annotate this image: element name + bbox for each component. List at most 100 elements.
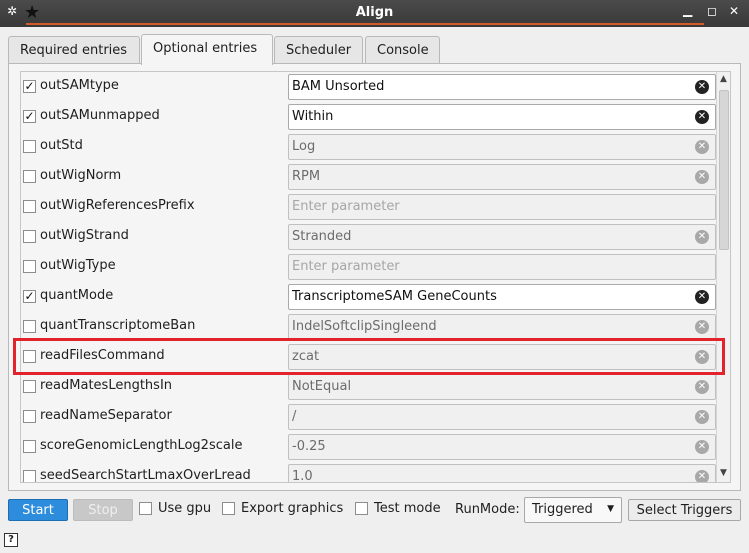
- parameter-row: seedSearchStartLmaxOverLread 1.0 ✕: [21, 462, 716, 483]
- runmode-value: Triggered: [532, 502, 593, 517]
- parameter-name: readNameSeparator: [40, 408, 172, 423]
- export-graphics-checkbox[interactable]: [222, 502, 235, 515]
- clear-icon[interactable]: ✕: [695, 110, 709, 124]
- bottom-toolbar: Start Stop Use gpu Export graphics Test …: [0, 497, 749, 523]
- parameter-value-field[interactable]: -0.25 ✕: [288, 434, 716, 460]
- title-underline: [26, 23, 704, 25]
- parameter-value-field[interactable]: 1.0 ✕: [288, 464, 716, 483]
- parameter-name: outSAMtype: [40, 78, 119, 93]
- parameter-checkbox[interactable]: [23, 410, 36, 423]
- tab-console[interactable]: Console: [365, 36, 440, 64]
- stop-button: Stop: [73, 499, 133, 521]
- clear-icon[interactable]: ✕: [695, 320, 709, 334]
- maximize-icon[interactable]: ◻: [707, 4, 717, 18]
- parameter-checkbox[interactable]: [23, 470, 36, 482]
- clear-icon[interactable]: ✕: [695, 140, 709, 154]
- minimize-icon[interactable]: ▁: [683, 3, 692, 17]
- runmode-label: RunMode:: [455, 502, 520, 517]
- parameter-row: outWigType Enter parameter: [21, 252, 716, 282]
- tab-label: Console: [377, 43, 429, 58]
- clear-icon[interactable]: ✕: [695, 170, 709, 184]
- parameter-value-field[interactable]: TranscriptomeSAM GeneCounts ✕: [288, 284, 716, 310]
- tab-optional-entries[interactable]: Optional entries: [141, 34, 273, 65]
- parameter-placeholder: Enter parameter: [292, 259, 400, 274]
- test-mode-checkbox[interactable]: [355, 502, 368, 515]
- parameter-checkbox[interactable]: [23, 170, 36, 183]
- parameter-checkbox[interactable]: [23, 200, 36, 213]
- clear-icon[interactable]: ✕: [695, 290, 709, 304]
- tab-label: Optional entries: [153, 41, 258, 56]
- parameter-value-field[interactable]: Stranded ✕: [288, 224, 716, 250]
- parameter-checkbox[interactable]: [23, 440, 36, 453]
- clear-icon[interactable]: ✕: [695, 380, 709, 394]
- parameter-row: readMatesLengthsIn NotEqual ✕: [21, 372, 716, 402]
- parameter-value-field[interactable]: NotEqual ✕: [288, 374, 716, 400]
- parameter-value: Within: [292, 109, 334, 124]
- clear-icon[interactable]: ✕: [695, 470, 709, 482]
- parameter-name: outWigNorm: [40, 168, 122, 183]
- parameter-row: readNameSeparator / ✕: [21, 402, 716, 432]
- parameter-name: outWigStrand: [40, 228, 129, 243]
- select-triggers-button[interactable]: Select Triggers: [628, 499, 741, 521]
- highlight-box: [13, 338, 725, 375]
- parameter-row: ✓ outSAMunmapped Within ✕: [21, 102, 716, 132]
- parameter-name: seedSearchStartLmaxOverLread: [40, 468, 251, 483]
- parameter-name: scoreGenomicLengthLog2scale: [40, 438, 243, 453]
- parameter-name: quantMode: [40, 288, 114, 303]
- parameter-value: 1.0: [292, 469, 313, 483]
- parameter-value: -0.25: [292, 439, 326, 454]
- parameter-row: outWigReferencesPrefix Enter parameter: [21, 192, 716, 222]
- vertical-scrollbar[interactable]: ▲ ▼: [716, 72, 730, 482]
- clear-icon[interactable]: ✕: [695, 230, 709, 244]
- parameter-name: quantTranscriptomeBan: [40, 318, 196, 333]
- parameter-checkbox[interactable]: [23, 260, 36, 273]
- tab-scheduler[interactable]: Scheduler: [274, 36, 363, 64]
- window-title: Align: [355, 5, 394, 20]
- use-gpu-label: Use gpu: [158, 501, 212, 516]
- parameter-checkbox[interactable]: ✓: [23, 80, 36, 93]
- parameter-value: RPM: [292, 169, 321, 184]
- parameter-value-field[interactable]: Within ✕: [288, 104, 716, 130]
- title-bar: ✲ ★ Align ▁ ◻ ✕: [0, 0, 749, 27]
- help-icon[interactable]: ?: [4, 533, 18, 547]
- clear-icon[interactable]: ✕: [695, 80, 709, 94]
- parameter-checkbox[interactable]: [23, 140, 36, 153]
- parameter-name: outStd: [40, 138, 83, 153]
- scroll-down-icon[interactable]: ▼: [720, 468, 727, 478]
- parameter-checkbox[interactable]: ✓: [23, 110, 36, 123]
- tab-label: Required entries: [20, 43, 128, 58]
- scroll-up-icon[interactable]: ▲: [720, 74, 727, 84]
- clear-icon[interactable]: ✕: [695, 410, 709, 424]
- parameter-name: outSAMunmapped: [40, 108, 160, 123]
- parameter-row: outStd Log ✕: [21, 132, 716, 162]
- parameter-value: TranscriptomeSAM GeneCounts: [292, 289, 497, 304]
- parameter-value-field[interactable]: BAM Unsorted ✕: [288, 74, 716, 100]
- parameter-checkbox[interactable]: [23, 230, 36, 243]
- parameter-checkbox[interactable]: [23, 380, 36, 393]
- parameter-value-field[interactable]: Enter parameter: [288, 194, 716, 220]
- optional-entries-panel: ▲ ▼ ✓ outSAMtype BAM Unsorted ✕ ✓ outSAMunmap…: [8, 63, 741, 491]
- start-button[interactable]: Start: [8, 499, 68, 521]
- tab-required-entries[interactable]: Required entries: [8, 36, 140, 64]
- parameter-checkbox[interactable]: [23, 320, 36, 333]
- parameter-checkbox[interactable]: ✓: [23, 290, 36, 303]
- parameter-value-field[interactable]: Log ✕: [288, 134, 716, 160]
- close-icon[interactable]: ✕: [729, 4, 739, 18]
- select-triggers-label: Select Triggers: [636, 503, 733, 518]
- parameter-value-field[interactable]: RPM ✕: [288, 164, 716, 190]
- parameter-list[interactable]: ▲ ▼ ✓ outSAMtype BAM Unsorted ✕ ✓ outSAMunmap…: [20, 71, 731, 483]
- scrollbar-thumb[interactable]: [719, 90, 729, 250]
- parameter-name: readMatesLengthsIn: [40, 378, 173, 393]
- clear-icon[interactable]: ✕: [695, 440, 709, 454]
- test-mode-label: Test mode: [374, 501, 441, 516]
- parameter-value: NotEqual: [292, 379, 352, 394]
- parameter-value-field[interactable]: Enter parameter: [288, 254, 716, 280]
- parameter-value: /: [292, 409, 297, 424]
- use-gpu-checkbox[interactable]: [139, 502, 152, 515]
- parameter-value-field[interactable]: / ✕: [288, 404, 716, 430]
- parameter-row: scoreGenomicLengthLog2scale -0.25 ✕: [21, 432, 716, 462]
- runmode-select[interactable]: Triggered ▼: [524, 497, 622, 523]
- parameter-row: outWigNorm RPM ✕: [21, 162, 716, 192]
- parameter-value-field[interactable]: IndelSoftclipSingleend ✕: [288, 314, 716, 340]
- parameter-value: Stranded: [292, 229, 352, 244]
